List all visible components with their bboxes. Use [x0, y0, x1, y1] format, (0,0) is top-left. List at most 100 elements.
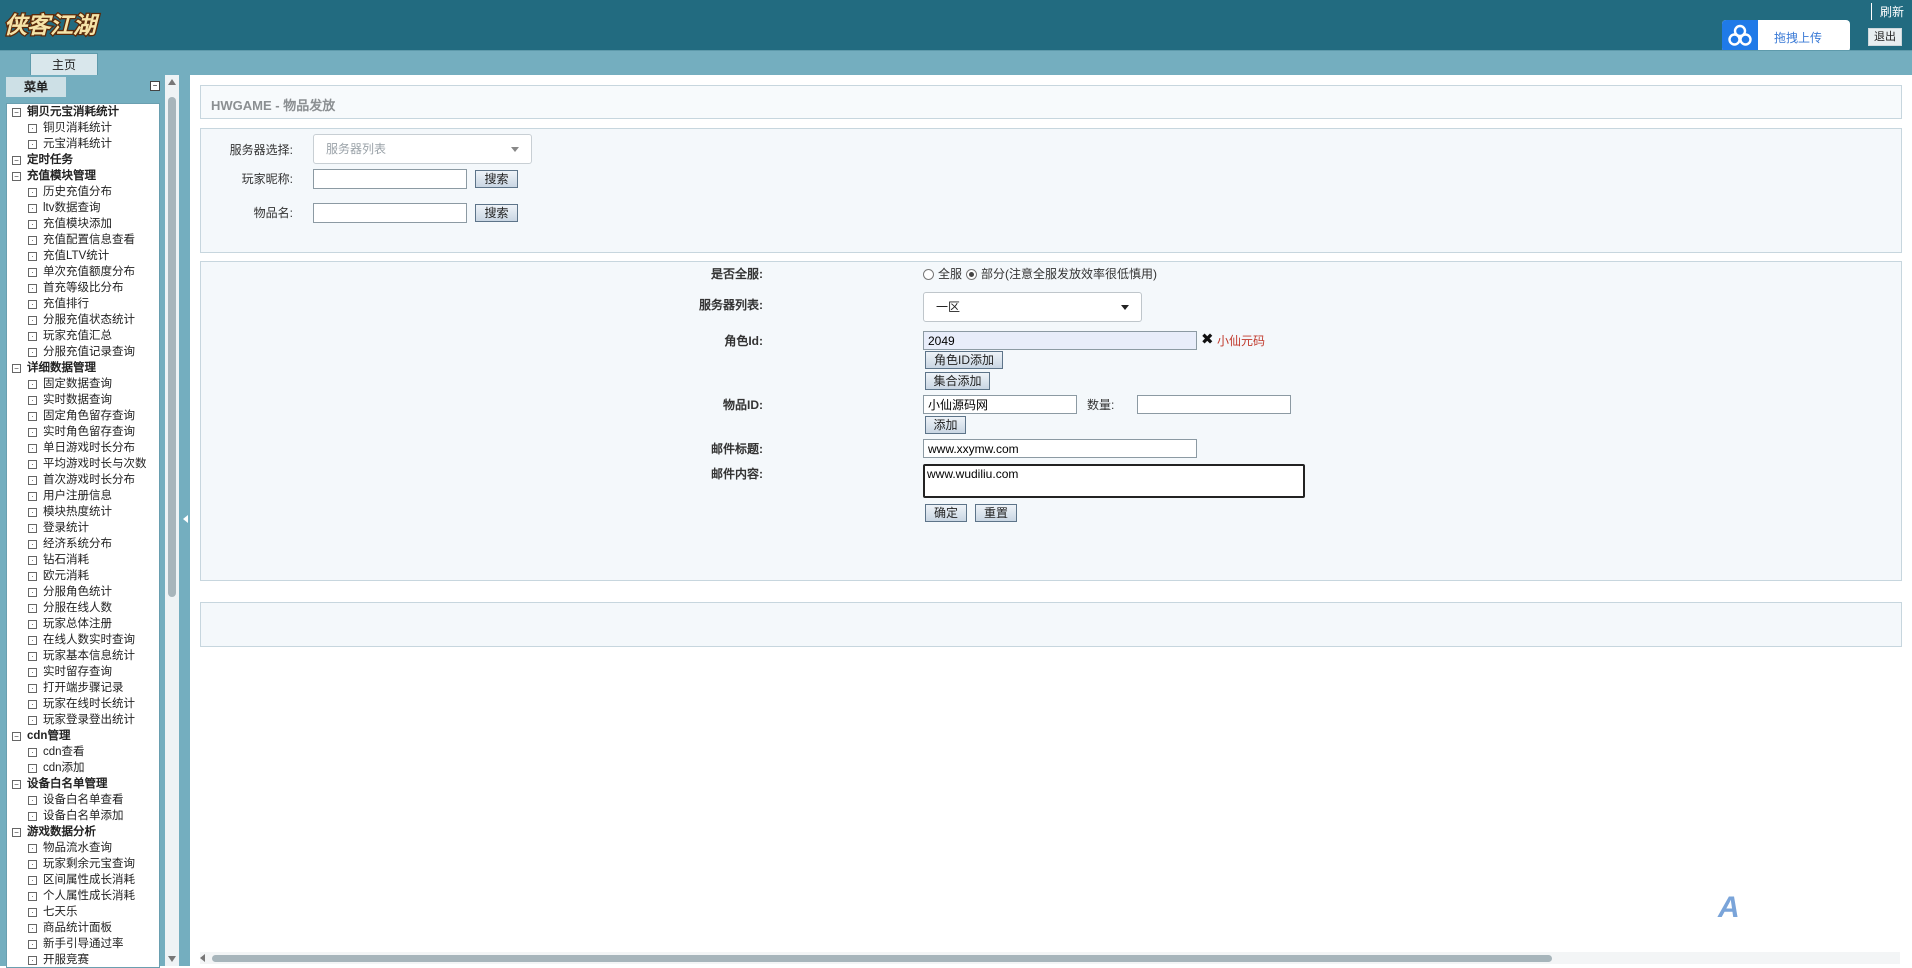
sidebar-group[interactable]: − 铜贝元宝消耗统计 [7, 104, 159, 120]
sidebar-item[interactable]: · 固定数据查询 [7, 376, 159, 392]
sidebar-item[interactable]: · 单次充值额度分布 [7, 264, 159, 280]
sidebar-item[interactable]: · 钻石消耗 [7, 552, 159, 568]
sidebar-item[interactable]: · 区间属性成长消耗 [7, 872, 159, 888]
sidebar-group[interactable]: − 详细数据管理 [7, 360, 159, 376]
sidebar-item[interactable]: · 个人属性成长消耗 [7, 888, 159, 904]
sidebar-item[interactable]: · 分服充值状态统计 [7, 312, 159, 328]
batch-add-button[interactable]: 集合添加 [925, 372, 990, 390]
sidebar-item[interactable]: · 打开端步骤记录 [7, 680, 159, 696]
sidebar-item[interactable]: · cdn查看 [7, 744, 159, 760]
reset-button[interactable]: 重置 [975, 504, 1017, 522]
sidebar-item[interactable]: · 玩家在线时长统计 [7, 696, 159, 712]
sidebar-item[interactable]: · 玩家剩余元宝查询 [7, 856, 159, 872]
sidebar-item-label: 充值模块添加 [43, 218, 112, 230]
collapse-icon[interactable]: − [150, 81, 160, 91]
leaf-icon: · [28, 220, 37, 229]
server-select[interactable]: 服务器列表 [313, 134, 532, 164]
leaf-icon: · [28, 316, 37, 325]
sidebar-item[interactable]: · 实时留存查询 [7, 664, 159, 680]
scrollbar-thumb[interactable] [212, 955, 1552, 962]
sidebar-item[interactable]: · 物品流水查询 [7, 840, 159, 856]
radio-all-server[interactable] [923, 269, 934, 280]
sidebar-scrollbar[interactable] [165, 75, 179, 966]
sidebar-item[interactable]: · 玩家登录登出统计 [7, 712, 159, 728]
sidebar-item[interactable]: · 分服在线人数 [7, 600, 159, 616]
tab-home[interactable]: 主页 [30, 53, 98, 77]
menu-tab[interactable]: 菜单 [6, 77, 66, 97]
sidebar-group[interactable]: − 设备白名单管理 [7, 776, 159, 792]
role-id-input[interactable] [923, 331, 1197, 350]
confirm-button[interactable]: 确定 [925, 504, 967, 522]
collapse-icon[interactable]: − [12, 108, 21, 117]
sidebar-item[interactable]: · 登录统计 [7, 520, 159, 536]
sidebar-item[interactable]: · 平均游戏时长与次数 [7, 456, 159, 472]
sidebar-item[interactable]: · 设备白名单查看 [7, 792, 159, 808]
collapse-icon[interactable]: − [12, 172, 21, 181]
sidebar-group[interactable]: − 充值模块管理 [7, 168, 159, 184]
item-name-input[interactable] [313, 203, 467, 223]
sidebar-item[interactable]: · 充值LTV统计 [7, 248, 159, 264]
sidebar-item[interactable]: · 商品统计面板 [7, 920, 159, 936]
sidebar-item[interactable]: · 元宝消耗统计 [7, 136, 159, 152]
mail-content-textarea[interactable]: www.wudiliu.com [923, 464, 1305, 498]
sidebar-group[interactable]: − 游戏数据分析 [7, 824, 159, 840]
leaf-icon: · [28, 940, 37, 949]
sidebar-item[interactable]: · 充值配置信息查看 [7, 232, 159, 248]
sidebar-item[interactable]: · 新手引导通过率 [7, 936, 159, 952]
quantity-input[interactable] [1137, 395, 1291, 414]
server-list-select[interactable]: 一区 [923, 292, 1142, 322]
sidebar-item[interactable]: · 分服角色统计 [7, 584, 159, 600]
sidebar-group[interactable]: − 定时任务 [7, 152, 159, 168]
sidebar-splitter[interactable] [182, 75, 190, 966]
horizontal-scrollbar[interactable] [200, 952, 1900, 964]
sidebar-item[interactable]: · 玩家总体注册 [7, 616, 159, 632]
collapse-icon[interactable]: − [12, 732, 21, 741]
item-id-input[interactable] [923, 395, 1077, 414]
logout-button[interactable]: 退出 [1868, 28, 1902, 46]
scroll-down-icon[interactable] [168, 956, 176, 962]
item-search-button[interactable]: 搜索 [475, 204, 518, 222]
upload-widget[interactable]: 拖拽上传 [1722, 20, 1850, 52]
sidebar-item[interactable]: · 设备白名单添加 [7, 808, 159, 824]
sidebar-item[interactable]: · 首充等级比分布 [7, 280, 159, 296]
sidebar-item[interactable]: · 实时角色留存查询 [7, 424, 159, 440]
sidebar-item[interactable]: · 经济系统分布 [7, 536, 159, 552]
sidebar-item[interactable]: · 玩家基本信息统计 [7, 648, 159, 664]
sidebar-item[interactable]: · 用户注册信息 [7, 488, 159, 504]
sidebar-item[interactable]: · ltv数据查询 [7, 200, 159, 216]
collapse-icon[interactable]: − [12, 156, 21, 165]
mail-title-input[interactable] [923, 439, 1197, 458]
sidebar-item[interactable]: · 铜贝消耗统计 [7, 120, 159, 136]
sidebar-item[interactable]: · 欧元消耗 [7, 568, 159, 584]
chevron-down-icon [1121, 305, 1129, 310]
scroll-left-icon[interactable] [200, 954, 205, 962]
sidebar-item[interactable]: · 分服充值记录查询 [7, 344, 159, 360]
sidebar-item[interactable]: · 首次游戏时长分布 [7, 472, 159, 488]
collapse-arrow-icon[interactable] [183, 515, 188, 523]
sidebar-item[interactable]: · 固定角色留存查询 [7, 408, 159, 424]
radio-partial-server[interactable] [966, 269, 977, 280]
sidebar-group[interactable]: − cdn管理 [7, 728, 159, 744]
player-name-input[interactable] [313, 169, 467, 189]
sidebar-item[interactable]: · cdn添加 [7, 760, 159, 776]
sidebar-item[interactable]: · 历史充值分布 [7, 184, 159, 200]
sidebar-item[interactable]: · 模块热度统计 [7, 504, 159, 520]
sidebar-item[interactable]: · 在线人数实时查询 [7, 632, 159, 648]
collapse-icon[interactable]: − [12, 780, 21, 789]
sidebar-item[interactable]: · 玩家充值汇总 [7, 328, 159, 344]
collapse-icon[interactable]: − [12, 828, 21, 837]
sidebar-item[interactable]: · 七天乐 [7, 904, 159, 920]
clear-role-link[interactable]: 小仙元码 [1217, 332, 1265, 349]
sidebar-item[interactable]: · 充值模块添加 [7, 216, 159, 232]
scrollbar-thumb[interactable] [168, 97, 176, 597]
player-search-button[interactable]: 搜索 [475, 170, 518, 188]
sidebar-item[interactable]: · 实时数据查询 [7, 392, 159, 408]
refresh-link[interactable]: 刷新 [1870, 3, 1904, 20]
scroll-up-icon[interactable] [168, 79, 176, 85]
sidebar-item[interactable]: · 单日游戏时长分布 [7, 440, 159, 456]
close-icon[interactable]: ✖ [1201, 330, 1214, 348]
add-role-id-button[interactable]: 角色ID添加 [925, 351, 1003, 369]
collapse-icon[interactable]: − [12, 364, 21, 373]
add-item-button[interactable]: 添加 [925, 416, 966, 434]
sidebar-item[interactable]: · 充值排行 [7, 296, 159, 312]
